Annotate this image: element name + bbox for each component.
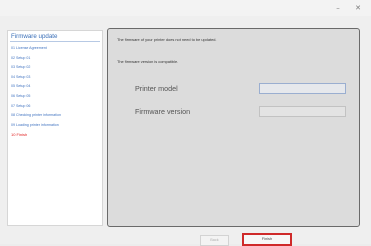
sidebar-title: Firmware update (11, 33, 58, 40)
step-checking-printer-info: 08 Checking printer information (11, 113, 61, 118)
step-list: 01 License Agreement 02 Setup 01 03 Setu… (11, 44, 100, 140)
title-bar: – ✕ (0, 0, 371, 16)
firmware-version-label: Firmware version (135, 107, 191, 116)
firmware-version-field (259, 106, 346, 117)
close-icon[interactable]: ✕ (350, 2, 366, 14)
sidebar-divider (10, 41, 100, 42)
main-content-panel: The firmware of your printer does not ne… (107, 28, 360, 227)
minimize-icon[interactable]: – (330, 2, 346, 14)
step-setup-02: 03 Setup 02 (11, 65, 31, 70)
step-finish: 10 Finish (11, 132, 28, 138)
step-setup-05: 06 Setup 05 (11, 93, 31, 98)
step-setup-06: 07 Setup 06 (11, 103, 31, 108)
back-button[interactable]: Back (200, 235, 229, 246)
finish-button[interactable]: Finish (242, 233, 292, 246)
step-setup-03: 04 Setup 03 (11, 74, 31, 79)
step-loading-printer-info: 09 Loading printer information (11, 122, 59, 127)
printer-model-field (259, 83, 346, 94)
firmware-update-window: – ✕ Firmware update 01 License Agreement… (0, 0, 371, 246)
printer-model-label: Printer model (135, 84, 178, 93)
step-license-agreement: 01 License Agreement (11, 46, 47, 50)
step-setup-04: 05 Setup 04 (11, 84, 31, 89)
step-sidebar: Firmware update 01 License Agreement 02 … (7, 30, 103, 226)
compatibility-message: The firmware version is compatible. (117, 59, 179, 64)
status-message: The firmware of your printer does not ne… (117, 37, 217, 42)
step-setup-01: 02 Setup 01 (11, 55, 31, 60)
